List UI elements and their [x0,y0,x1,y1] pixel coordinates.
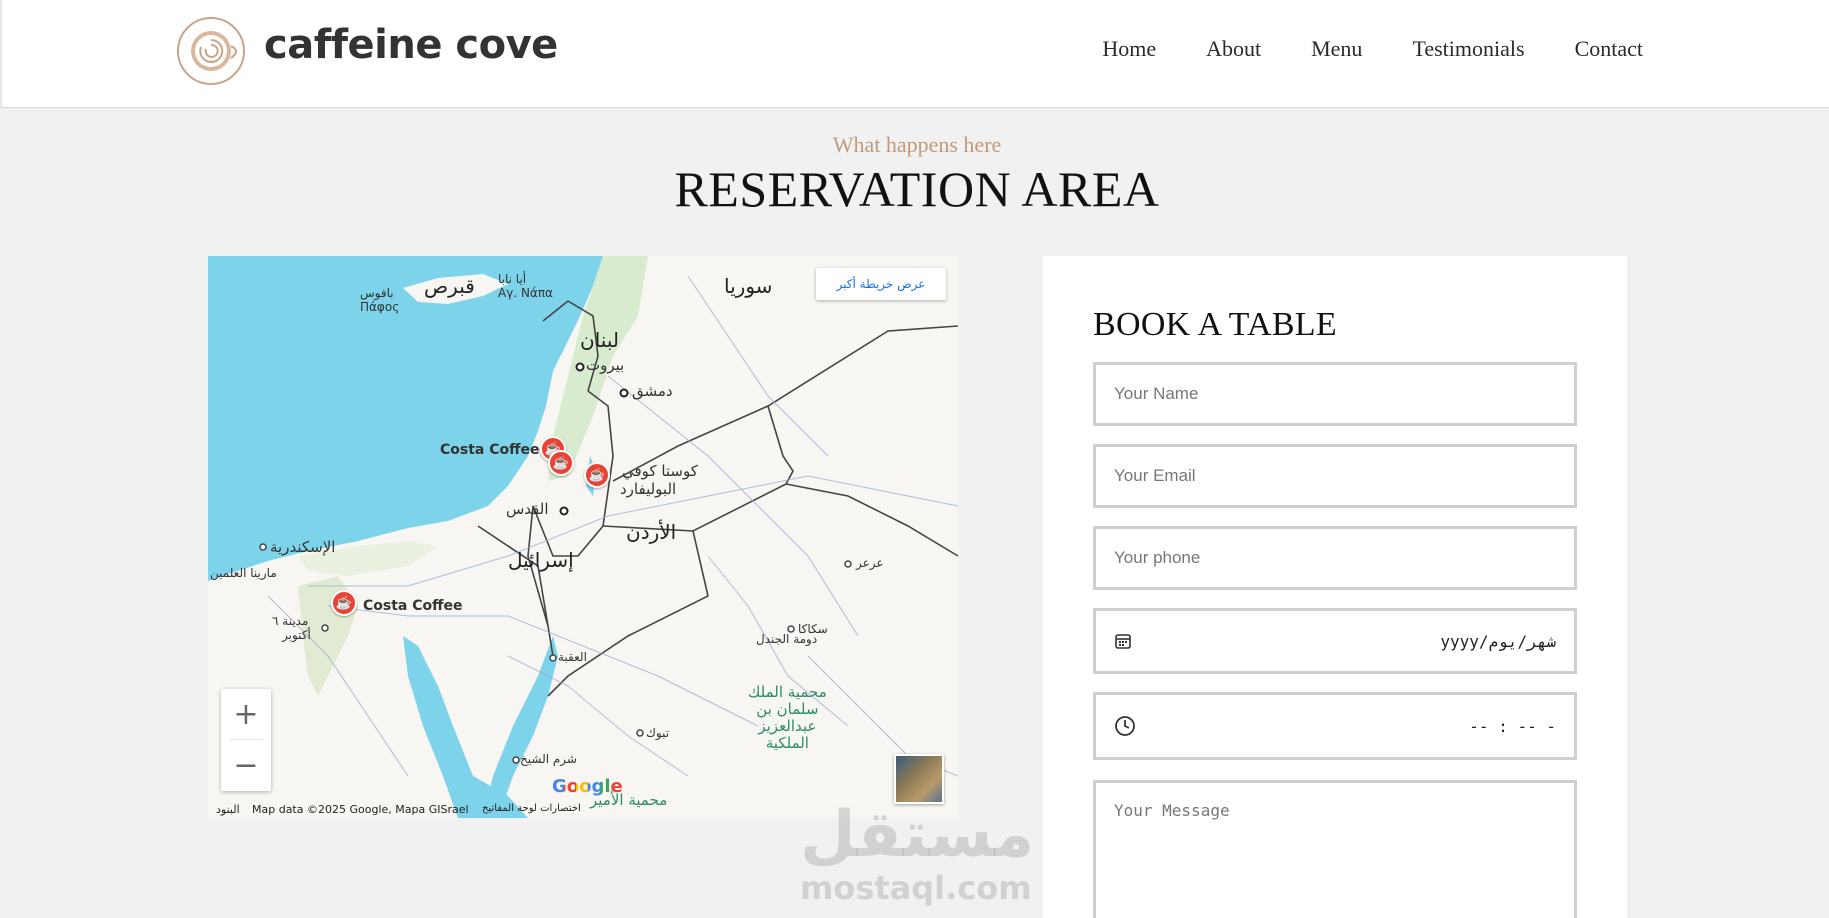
zoom-in-button[interactable]: + [221,689,271,740]
map-label-alexandria: الإسكندرية [270,538,336,556]
map-label-marina: مارينا العلمين [210,566,277,580]
map-label-costa-boulevard-2: البوليفارد [620,480,677,498]
clock-icon[interactable] [1114,715,1136,737]
view-larger-map-button[interactable]: عرض خريطة أكبر [816,268,946,300]
message-textarea[interactable]: Your Message [1093,780,1577,918]
section-eyebrow: What happens here [832,132,1002,157]
booking-card: BOOK A TABLE Your Name Your Email Your p… [1043,256,1627,918]
time-input[interactable]: -- : -- - [1093,692,1577,760]
map-label-beirut: بيروت [586,356,625,374]
map-label-costa-coffee-north: Costa Coffee [440,442,540,458]
zoom-control: + − [221,689,271,791]
map-label-paphos-ar: بافوس [360,286,394,300]
zoom-out-button[interactable]: − [221,740,271,791]
embedded-map[interactable]: سوريا لبنان بيروت دمشق قبرص أيا نابا Αγ.… [208,256,958,818]
map-label-jerusalem: القدس [506,500,549,518]
nav-about[interactable]: About [1206,36,1261,62]
map-label-october-2: أكتوبر [282,628,311,642]
map-label-aqaba: العقبة [558,650,587,664]
main-nav: Home About Menu Testimonials Contact [1102,36,1643,62]
time-value: -- : -- - [1469,716,1556,736]
map-label-jordan: الأردن [626,520,677,544]
nav-home[interactable]: Home [1102,36,1156,62]
map-label-cyprus: قبرص [424,274,475,298]
google-logo: Google [552,776,623,797]
map-label-costa-boulevard-1: كوستا كوفي [622,462,698,480]
map-label-ayia-napa-ar: أيا نابا [498,272,527,286]
date-input[interactable]: yyyy/شهر/يوم [1093,608,1577,674]
calendar-icon[interactable] [1114,632,1132,650]
map-label-reserve: محمية الملك سلمان بن عبدالعزيز الملكية [748,683,827,752]
email-input[interactable]: Your Email [1093,444,1577,508]
map-data-attribution: Map data ©2025 Google, Mapa GISrael [252,803,469,816]
coffee-pin-icon[interactable]: ☕ [548,450,574,476]
map-label-ayia-napa-gr: Αγ. Νάπα [498,286,553,300]
site-header: caffeine cove Home About Menu Testimonia… [0,0,1829,108]
coffee-cup-logo-icon[interactable] [176,16,246,86]
map-label-lebanon: لبنان [580,328,619,352]
booking-title: BOOK A TABLE [1093,306,1337,343]
nav-testimonials[interactable]: Testimonials [1412,36,1524,62]
coffee-pin-icon[interactable]: ☕ [331,590,357,616]
coffee-pin-icon[interactable]: ☕ [584,462,610,488]
brand-name[interactable]: caffeine cove [264,22,558,68]
watermark-arabic: مستقل [800,798,1035,872]
date-value: yyyy/شهر/يوم [1440,631,1556,651]
section-title: RESERVATION AREA [674,161,1160,217]
map-label-tabuk: تبوك [646,726,670,740]
keyboard-shortcuts-link[interactable]: اختصارات لوحة المفاتيح [482,803,581,814]
map-label-paphos-gr: Πάφος [360,300,400,314]
nav-contact[interactable]: Contact [1575,36,1643,62]
map-terms-link[interactable]: البنود [216,803,240,816]
map-label-israel: إسرائيل [508,548,574,572]
satellite-view-toggle[interactable] [894,754,944,804]
map-label-costa-coffee-cairo: Costa Coffee [363,598,463,614]
map-label-damascus: دمشق [632,382,673,400]
phone-input[interactable]: Your phone [1093,526,1577,590]
nav-menu[interactable]: Menu [1311,36,1362,62]
map-label-october-1: مدينة ٦ [272,614,309,628]
name-input[interactable]: Your Name [1093,362,1577,426]
map-label-sharm: شرم الشيخ [520,752,577,766]
watermark: مستقل mostaql.com [800,798,1035,907]
map-label-sakaka: سكاكا [798,622,828,636]
map-label-syria: سوريا [724,274,773,298]
watermark-latin: mostaql.com [800,869,1032,907]
map-label-arar: عرعر [856,556,884,570]
